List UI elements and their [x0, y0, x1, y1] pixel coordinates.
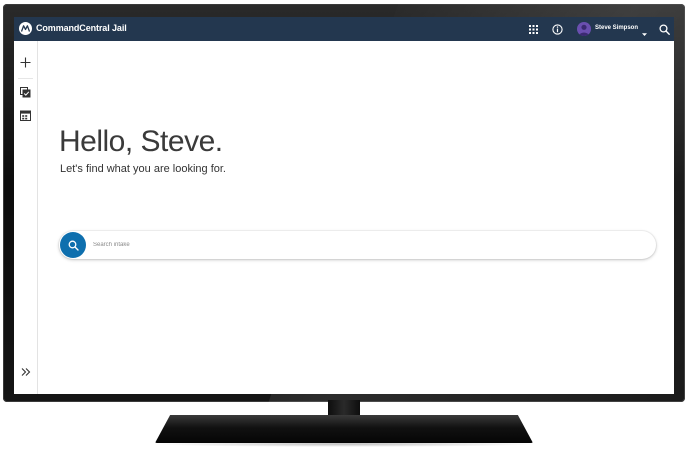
app-screen: CommandCentral Jail Steve Simpson Hello,…	[14, 17, 674, 394]
stand-shadow	[150, 441, 540, 447]
tasks-icon[interactable]	[18, 85, 33, 100]
double-chevron-right-icon[interactable]	[18, 364, 33, 379]
chevron-down-icon[interactable]	[641, 25, 648, 36]
app-header: CommandCentral Jail Steve Simpson	[14, 17, 674, 41]
intake-search-bar[interactable]	[59, 231, 656, 259]
info-icon[interactable]	[551, 23, 563, 35]
left-sidebar	[14, 41, 38, 394]
search-icon[interactable]	[658, 23, 670, 35]
search-input[interactable]	[93, 237, 633, 253]
monitor-stand-base	[155, 415, 533, 443]
plus-icon[interactable]	[18, 55, 33, 70]
monitor-mockup: CommandCentral Jail Steve Simpson Hello,…	[0, 0, 690, 450]
motorola-logo-icon	[19, 22, 32, 35]
monitor-bezel: CommandCentral Jail Steve Simpson Hello,…	[3, 4, 685, 402]
greeting-subheading: Let's find what you are looking for.	[60, 163, 226, 175]
search-icon	[68, 240, 79, 251]
greeting-heading: Hello, Steve.	[59, 125, 223, 158]
user-name[interactable]: Steve Simpson	[595, 25, 638, 31]
calendar-icon[interactable]	[18, 108, 33, 123]
avatar[interactable]	[577, 22, 591, 36]
apps-grid-icon[interactable]	[527, 23, 539, 35]
search-button[interactable]	[60, 232, 86, 258]
app-title[interactable]: CommandCentral Jail	[36, 23, 127, 33]
sidebar-divider	[18, 78, 33, 79]
